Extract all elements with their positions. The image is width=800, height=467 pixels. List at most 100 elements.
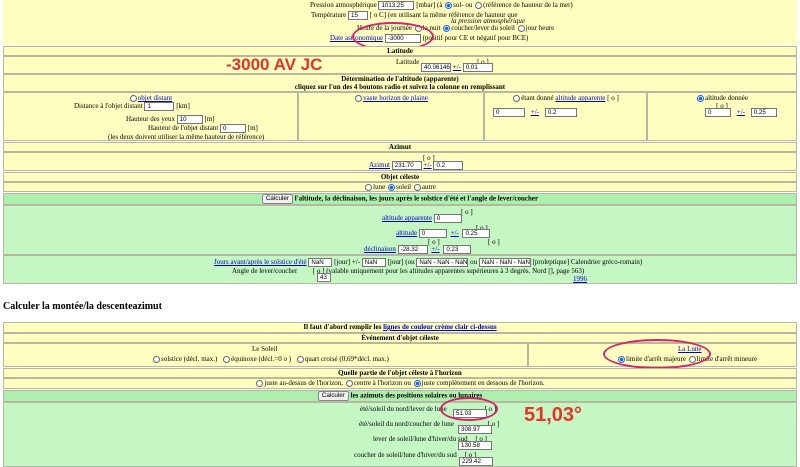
latitude-header: Latitude — [3, 46, 797, 56]
horizon-below-radio[interactable] — [413, 379, 421, 387]
distance-label: Distance à l'objet distant — [74, 102, 143, 111]
horizon-above-radio[interactable] — [256, 379, 264, 387]
given-apparent-radio[interactable] — [513, 94, 521, 102]
given-altitude-inputs: 0 +/- 0.25 — [705, 108, 777, 117]
pressure-unit: [mbar] (à — [416, 1, 443, 10]
given-apparent-unit: [ o ] — [607, 94, 619, 102]
requirement-link[interactable]: lignes de couleur crème clair ci-dessus — [383, 323, 496, 331]
hour-sunrise-radio[interactable] — [443, 24, 451, 32]
solstice-radio[interactable] — [153, 355, 160, 363]
az-r2-output[interactable]: 308.97 — [458, 425, 492, 434]
calc1-label: l'altitude, la déclinaison, les jours ap… — [294, 194, 539, 203]
days-unit-pm: [jour] +/- — [334, 258, 361, 267]
altitude-result-output[interactable]: 0 — [418, 229, 447, 238]
declination-link[interactable]: déclinaison — [364, 245, 396, 253]
obj-height-input[interactable]: 0 — [220, 124, 247, 133]
latitude-pm-link[interactable]: +/- — [453, 63, 461, 71]
altitude-det-header2: cliquez sur l'un des 4 boutons radio et … — [294, 83, 506, 92]
azimuth-link[interactable]: Azimut — [369, 161, 390, 169]
given-apparent-pm-input[interactable]: 0.2 — [544, 108, 577, 117]
declination-row: déclinaison -28.32 +/- 0.23 — [364, 245, 472, 254]
angle-label: Angle de lever/coucher — [232, 267, 298, 275]
year-1996-link[interactable]: 1996 — [573, 275, 587, 283]
days-solstice-link[interactable]: Jours avant/après le solstice d'été — [214, 258, 307, 266]
given-altitude-radio[interactable] — [697, 94, 705, 102]
celestial-sun-radio[interactable] — [387, 183, 395, 191]
az-r3-output[interactable]: 130.58 — [458, 441, 492, 450]
az-row4: coucher de soleil/lune d'hiver/du sud [ … — [354, 451, 476, 459]
equinox-label: équinoxe (décl.=0 o ) — [231, 355, 292, 363]
az-r4-output[interactable]: 229.42 — [459, 457, 493, 466]
declination-pm-output[interactable]: 0.23 — [443, 245, 472, 254]
celestial-other-label: autre — [421, 183, 436, 191]
pressure-sea-radio[interactable] — [475, 2, 483, 9]
date-annotation: -3000 AV JC — [226, 55, 323, 74]
days-pm-output[interactable]: NaN — [361, 258, 386, 267]
altitude-result-link[interactable]: altitude — [396, 229, 417, 237]
decl-pm-unit: [ o ] — [488, 238, 500, 246]
altitude-det-header: Détermination de l'altitude (apparente) … — [3, 74, 797, 92]
pressure-ground-radio[interactable] — [445, 2, 453, 9]
horizon-link[interactable]: vaste horizon de plaine — [363, 94, 428, 102]
distance-input[interactable]: 1 — [144, 102, 175, 111]
altitude-result-pm-link[interactable]: +/- — [451, 229, 459, 237]
declination-pm-link[interactable]: +/- — [431, 245, 439, 253]
altitude-result-pm-output[interactable]: 0.25 — [462, 229, 491, 238]
event-header-text: Événement d'objet céleste — [361, 334, 439, 342]
given-altitude-input[interactable]: 0 — [705, 108, 731, 117]
celestial-other-radio[interactable] — [413, 183, 421, 191]
calculate-altitude-button[interactable]: Calculer — [261, 194, 293, 204]
pressure-input[interactable]: 1013.25 — [378, 1, 415, 10]
given-apparent-pm-link[interactable]: +/- — [531, 108, 539, 116]
given-altitude-pm-link[interactable]: +/- — [737, 108, 745, 116]
distant-object-link[interactable]: objet distant — [138, 94, 172, 102]
days-output[interactable]: NaN — [308, 258, 333, 267]
latitude-inputs: 40.06146 +/- 0.01 — [421, 63, 493, 72]
hour-sunrise-label: coucher/lever du soleil — [451, 24, 515, 32]
given-apparent-input[interactable]: 0 — [493, 108, 525, 117]
eye-height-label: Hauteur des yeux — [126, 115, 175, 124]
days-range2-output[interactable]: NaN - NaN - NaN — [478, 258, 531, 267]
calculate-azimuth-button[interactable]: Calculer — [317, 391, 349, 401]
hour-day-radio[interactable] — [517, 24, 525, 32]
solstice-label: solstice (décl. max.) — [161, 355, 218, 363]
azimuth-pm-input[interactable]: 0.2 — [433, 161, 464, 170]
latitude-pm-input[interactable]: 0.01 — [462, 63, 493, 72]
horizon-radio[interactable] — [355, 94, 363, 102]
horizon-center-radio[interactable] — [345, 379, 353, 387]
days-or-label: ou — [470, 258, 478, 267]
altitude-det-header1: Détermination de l'altitude (apparente) — [341, 75, 459, 83]
horizon-part-row: juste au-dessus de l'horizon, centre à l… — [3, 378, 797, 389]
horizon-part-header: Quelle partie de l'objet céleste à l'hor… — [3, 368, 797, 378]
angle-output[interactable]: 43 — [317, 273, 331, 282]
azimuth-pm-link[interactable]: +/- — [424, 161, 432, 169]
results-block: [ o ] altitude apparente 0 [ o ] altitud… — [3, 205, 797, 255]
given-altitude-column: altitude donnée [ o ] 0 +/- 0.25 — [647, 92, 797, 141]
distant-object-radio[interactable] — [129, 94, 137, 102]
quarter-radio[interactable] — [296, 355, 304, 363]
distance-unit: [km] — [176, 102, 190, 111]
declination-output[interactable]: -28.32 — [397, 245, 428, 254]
latitude-input[interactable]: 40.06146 — [421, 63, 451, 72]
latitude-row: Latitude [ o ] 40.06146 +/- 0.01 — [3, 56, 797, 74]
azimuth-input[interactable]: 231.70 — [391, 161, 422, 170]
apparent-altitude-output[interactable]: 0 — [433, 214, 462, 223]
equinox-radio[interactable] — [223, 355, 231, 363]
year-link-wrap: 1996 — [573, 275, 587, 283]
az-r1-label: été/soleil du nord/lever de lune — [360, 405, 447, 413]
date-astro-note: (positif pour CE et négatif pour BCE) — [422, 34, 529, 43]
apparent-altitude-link[interactable]: altitude apparente — [382, 214, 432, 222]
days-range1-output[interactable]: NaN - NaN - NaN — [416, 258, 469, 267]
eye-height-row: Hauteur des yeux 10 [m] — [126, 115, 215, 124]
calc2-row: Calculer les azimuts des positions solai… — [3, 390, 797, 402]
celestial-moon-radio[interactable] — [365, 183, 373, 191]
temperature-label: Température — [311, 11, 347, 20]
given-apparent-link[interactable]: altitude apparente — [555, 94, 605, 102]
eye-height-input[interactable]: 10 — [176, 115, 203, 124]
azimuth-inputs: Azimut 231.70 +/- 0.2 — [369, 161, 464, 170]
temperature-input[interactable]: 15 — [348, 11, 369, 20]
obj-height-unit: [m] — [247, 124, 258, 133]
given-altitude-pm-input[interactable]: 0.25 — [750, 108, 777, 117]
azimuth-results-block: été/soleil du nord/lever de lune [ o ] 5… — [3, 402, 797, 467]
az-r4-label: coucher de soleil/lune d'hiver/du sud — [354, 451, 457, 459]
